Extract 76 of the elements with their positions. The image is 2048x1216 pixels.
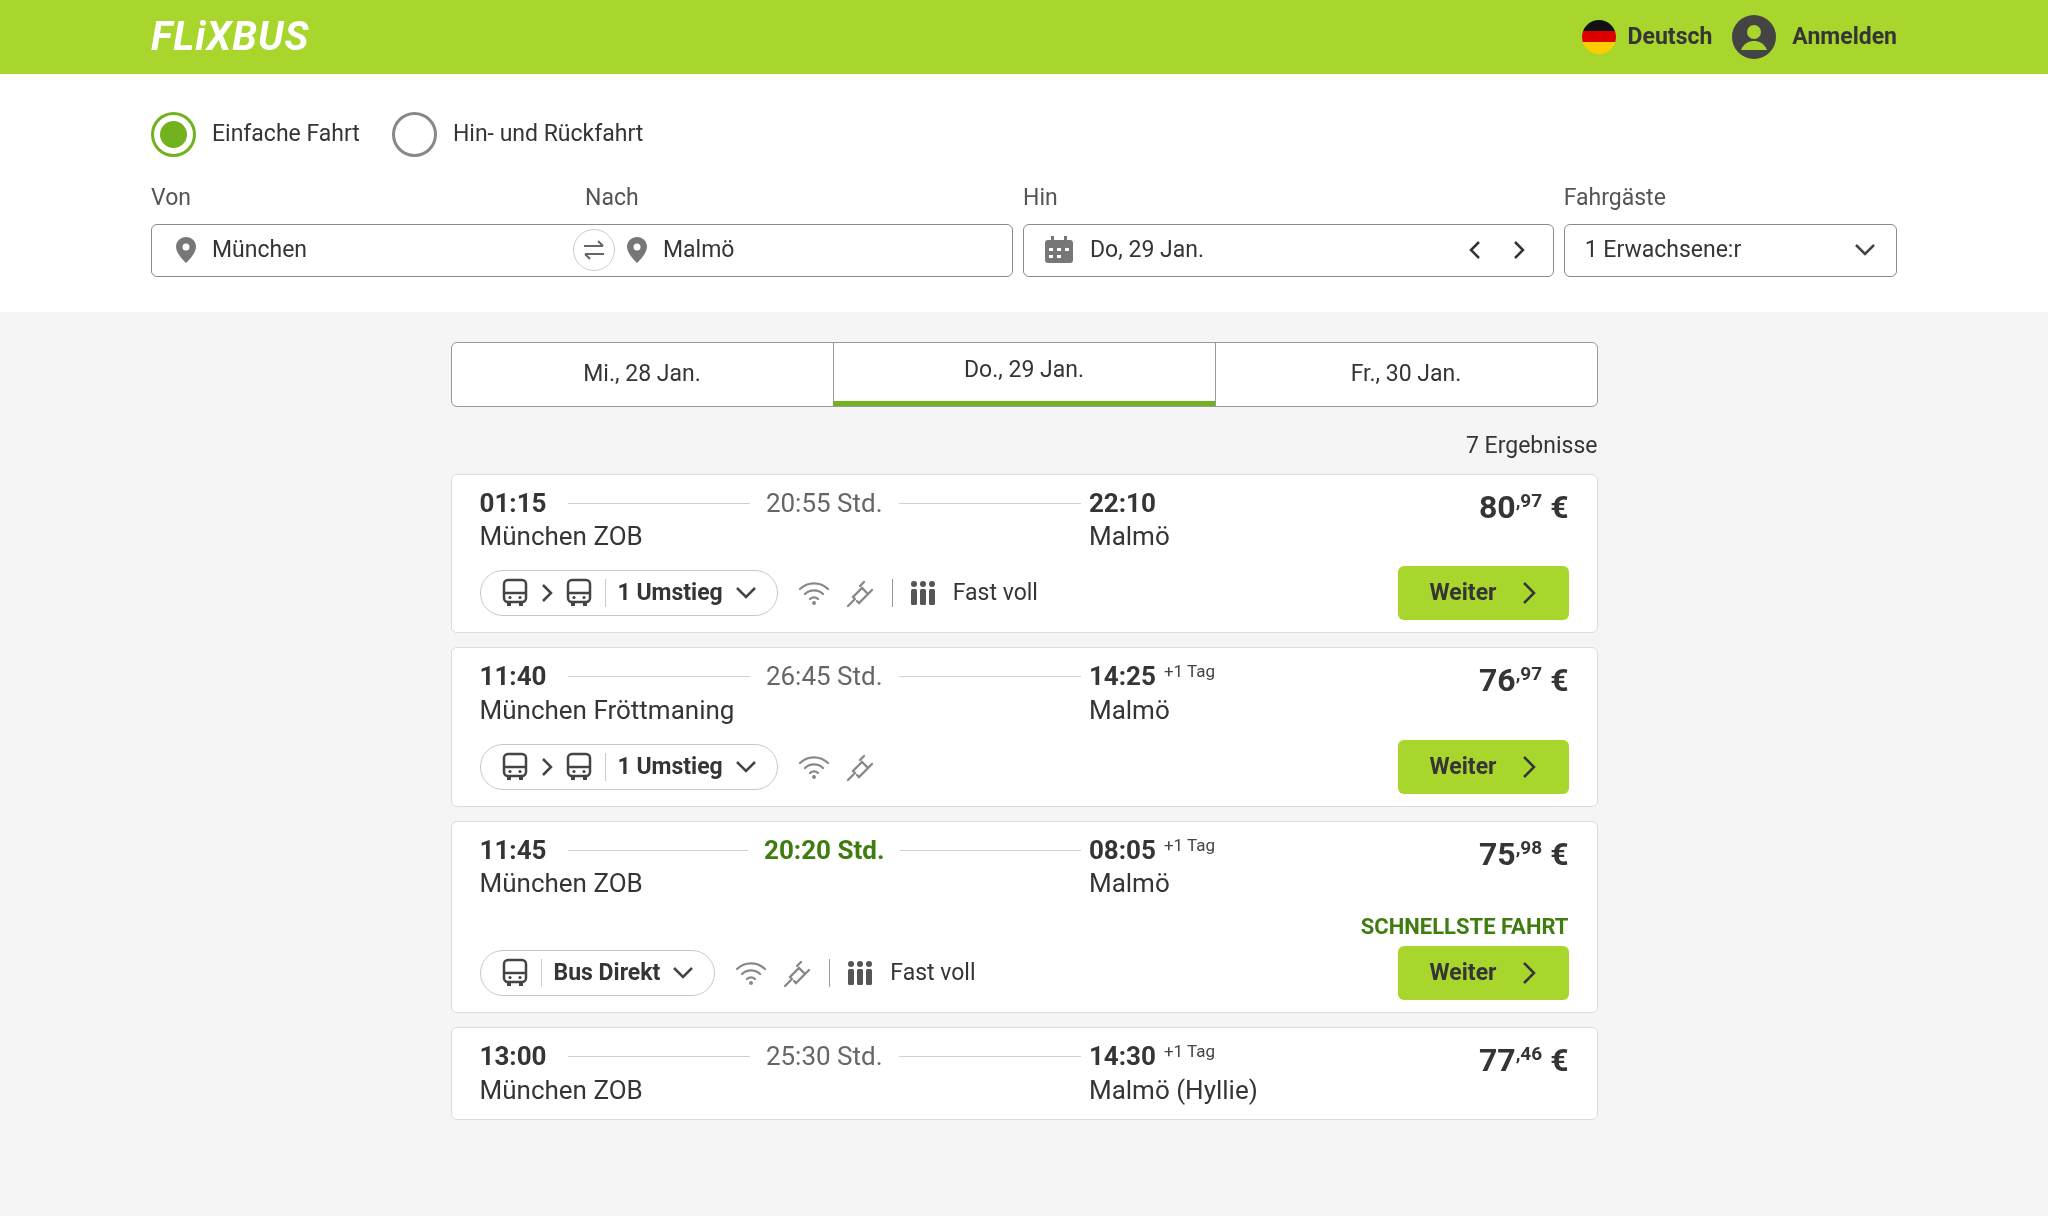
date-tab[interactable]: Mi., 28 Jan.	[451, 343, 833, 406]
people-icon	[908, 580, 937, 607]
occupancy-status: Fast voll	[952, 578, 1038, 609]
continue-button[interactable]: Weiter	[1397, 739, 1569, 794]
wifi-icon	[735, 959, 768, 986]
login-button[interactable]: Anmelden	[1732, 15, 1897, 59]
chevron-down-icon	[672, 965, 695, 980]
location-pin-icon	[176, 237, 196, 263]
people-icon	[846, 959, 875, 986]
arrival-time: 22:10	[1088, 486, 1156, 520]
next-day-note: +1 Tag	[1163, 1039, 1216, 1062]
chevron-down-icon	[1854, 243, 1876, 257]
arrival-station: Malmö (Hyllie)	[1088, 1073, 1259, 1107]
departure-station: München ZOB	[479, 520, 644, 554]
chevron-right-icon	[540, 756, 553, 777]
date-field[interactable]: Do, 29 Jan.	[1023, 223, 1554, 277]
arrival-station: Malmö	[1088, 867, 1171, 901]
user-avatar-icon	[1732, 15, 1777, 59]
arrival-station: Malmö	[1088, 693, 1171, 727]
wifi-icon	[797, 753, 830, 780]
bus-icon	[500, 751, 529, 782]
trip-type-radio[interactable]: Hin- und Rückfahrt	[391, 112, 644, 157]
next-day-note: +1 Tag	[1163, 833, 1216, 856]
bus-icon	[500, 578, 529, 609]
departure-station: München ZOB	[479, 1073, 644, 1107]
departure-time: 11:45	[479, 833, 548, 867]
trip-type-radio[interactable]: Einfache Fahrt	[151, 112, 360, 157]
departure-station: München ZOB	[479, 867, 644, 901]
date-tab[interactable]: Fr., 30 Jan.	[1214, 343, 1597, 406]
departure-time: 01:15	[479, 486, 548, 520]
field-label: Fahrgäste	[1563, 183, 1667, 213]
power-plug-icon	[845, 578, 876, 609]
chevron-down-icon	[734, 759, 757, 774]
swap-icon	[581, 238, 607, 262]
bus-icon	[564, 578, 593, 609]
arrival-time: 14:25	[1088, 660, 1156, 694]
fastest-trip-label: SCHNELLSTE FAHRT	[1360, 913, 1569, 942]
arrival-station: Malmö	[1088, 520, 1171, 554]
departure-time: 13:00	[479, 1039, 548, 1073]
trip-duration: 20:20 Std.	[763, 833, 886, 867]
results-count: 7 Ergebnisse	[1465, 431, 1598, 461]
to-field[interactable]: Malmö	[615, 232, 1013, 268]
continue-button[interactable]: Weiter	[1397, 945, 1569, 1000]
arrival-time: 14:30	[1088, 1039, 1156, 1073]
arrival-time: 08:05	[1088, 833, 1156, 867]
occupancy-status: Fast voll	[890, 957, 976, 988]
field-label: Nach	[585, 183, 639, 213]
trip-duration: 26:45 Std.	[764, 660, 884, 694]
route-dropdown[interactable]: 1 Umstieg	[479, 570, 778, 617]
next-day-note: +1 Tag	[1163, 660, 1216, 683]
location-pin-icon	[627, 237, 647, 263]
calendar-icon	[1044, 236, 1074, 264]
departure-station: München Fröttmaning	[479, 693, 736, 727]
chevron-down-icon	[734, 586, 757, 601]
bus-icon	[500, 957, 529, 988]
departure-time: 11:40	[479, 660, 548, 694]
swap-button[interactable]	[573, 229, 615, 271]
from-field[interactable]: München	[152, 232, 573, 268]
wifi-icon	[797, 580, 830, 607]
chevron-right-icon	[1520, 959, 1537, 986]
chevron-right-icon	[1520, 753, 1537, 780]
route-dropdown[interactable]: 1 Umstieg	[479, 743, 778, 790]
date-tab[interactable]: Do., 29 Jan.	[832, 343, 1215, 406]
chevron-right-icon	[1512, 240, 1525, 260]
passengers-dropdown[interactable]: 1 Erwachsene:r	[1563, 223, 1897, 277]
route-dropdown[interactable]: Bus Direkt	[479, 949, 716, 996]
german-flag-icon	[1581, 20, 1616, 54]
chevron-left-icon	[1468, 240, 1481, 260]
field-label: Hin	[1023, 183, 1059, 213]
language-button[interactable]: Deutsch	[1581, 19, 1713, 55]
continue-button[interactable]: Weiter	[1397, 566, 1569, 621]
trip-duration: 25:30 Std.	[764, 1039, 884, 1073]
field-label: Von	[151, 183, 192, 213]
trip-duration: 20:55 Std.	[764, 486, 884, 520]
chevron-right-icon	[540, 583, 553, 604]
bus-icon	[564, 751, 593, 782]
